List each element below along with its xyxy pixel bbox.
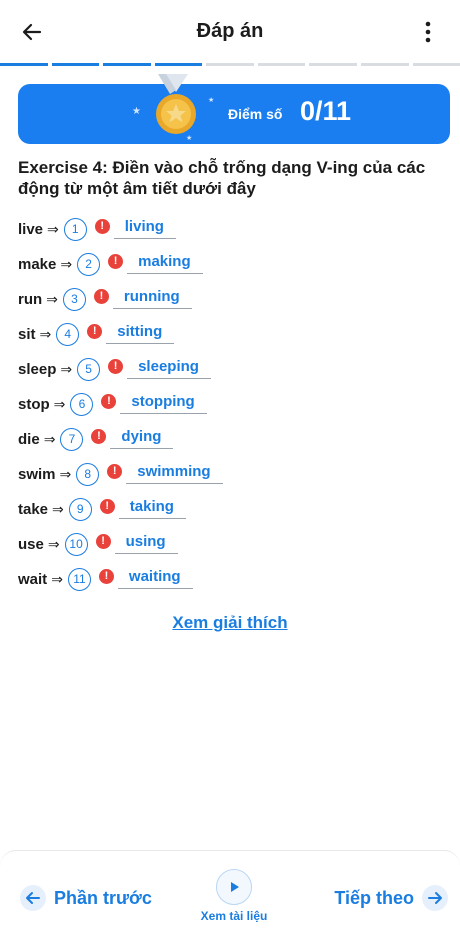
- previous-section-label: Phần trước: [54, 888, 152, 909]
- answer-field[interactable]: waiting: [118, 568, 193, 589]
- arrow-right-icon: ⇒: [47, 221, 59, 238]
- question-number: 8: [76, 463, 99, 486]
- error-icon: !: [100, 499, 115, 514]
- answer-field[interactable]: swimming: [126, 463, 222, 484]
- question-number: 5: [77, 358, 100, 381]
- arrow-right-icon: ⇒: [60, 361, 72, 378]
- play-icon: [216, 869, 252, 905]
- verb-label: sit: [18, 326, 36, 343]
- progress-segment: [361, 63, 409, 66]
- verb-label: stop: [18, 396, 50, 413]
- next-label: Tiếp theo: [334, 888, 414, 909]
- previous-section-button[interactable]: Phần trước: [20, 885, 152, 911]
- progress-bar: [0, 63, 460, 67]
- error-icon: !: [94, 289, 109, 304]
- question-number: 1: [64, 218, 87, 241]
- verb-label: run: [18, 291, 42, 308]
- progress-segment: [413, 63, 460, 66]
- bottom-nav: Phần trước Xem tài liệu Tiếp theo: [0, 850, 460, 941]
- score-label: Điểm số: [228, 106, 282, 122]
- more-vertical-icon: [425, 21, 431, 43]
- error-icon: !: [108, 359, 123, 374]
- question-number: 9: [69, 498, 92, 521]
- progress-segment: [258, 63, 306, 66]
- progress-segment: [155, 63, 203, 66]
- top-bar: Đáp án: [0, 0, 460, 64]
- error-icon: !: [101, 394, 116, 409]
- question-number: 4: [56, 323, 79, 346]
- answer-field[interactable]: dying: [110, 428, 173, 449]
- verb-label: use: [18, 536, 44, 553]
- answer-field[interactable]: running: [113, 288, 192, 309]
- verb-label: take: [18, 501, 48, 518]
- arrow-right-icon: ⇒: [44, 431, 56, 448]
- more-options-button[interactable]: [414, 18, 442, 46]
- answer-field[interactable]: taking: [119, 498, 186, 519]
- arrow-right-icon: ⇒: [48, 536, 60, 553]
- answer-field[interactable]: living: [114, 218, 176, 239]
- arrow-right-icon: ⇒: [60, 466, 72, 483]
- arrow-right-icon: ⇒: [54, 396, 66, 413]
- answer-field[interactable]: sleeping: [127, 358, 211, 379]
- arrow-right-icon: ⇒: [60, 256, 72, 273]
- arrow-right-icon: ⇒: [46, 291, 58, 308]
- arrow-left-icon: [20, 885, 46, 911]
- exercise-row: make⇒ 2! making: [18, 249, 203, 279]
- question-number: 3: [63, 288, 86, 311]
- view-document-button[interactable]: Xem tài liệu: [195, 869, 273, 923]
- arrow-right-icon: ⇒: [52, 501, 64, 518]
- question-number: 10: [65, 533, 88, 556]
- exercise-row: die⇒7! dying: [18, 424, 173, 454]
- view-explanation-link[interactable]: Xem giải thích: [0, 613, 460, 633]
- progress-segment: [103, 63, 151, 66]
- exercise-title: Exercise 4: Điền vào chỗ trống dạng V-in…: [18, 157, 448, 199]
- exercise-row: sit⇒4! sitting: [18, 319, 174, 349]
- answer-field[interactable]: sitting: [106, 323, 174, 344]
- verb-label: make: [18, 256, 56, 273]
- sparkle-icon: ★: [208, 96, 214, 104]
- error-icon: !: [108, 254, 123, 269]
- question-number: 11: [68, 568, 91, 591]
- error-icon: !: [99, 569, 114, 584]
- exercise-row: swim⇒8! swimming: [18, 459, 223, 489]
- error-icon: !: [95, 219, 110, 234]
- exercise-row: live⇒ 1! living: [18, 214, 176, 244]
- question-number: 7: [60, 428, 83, 451]
- exercise-row: run⇒ 3! running: [18, 284, 192, 314]
- progress-segment: [309, 63, 357, 66]
- arrow-right-icon: ⇒: [51, 571, 63, 588]
- exercise-row: use⇒ 10! using: [18, 529, 178, 559]
- exercise-row: take⇒ 9! taking: [18, 494, 186, 524]
- progress-segment: [0, 63, 48, 66]
- progress-segment: [206, 63, 254, 66]
- error-icon: !: [91, 429, 106, 444]
- exercise-row: sleep⇒ 5! sleeping: [18, 354, 211, 384]
- error-icon: !: [87, 324, 102, 339]
- verb-label: swim: [18, 466, 56, 483]
- exercise-row: stop⇒6! stopping: [18, 389, 207, 419]
- arrow-right-icon: [422, 885, 448, 911]
- next-button[interactable]: Tiếp theo: [334, 885, 448, 911]
- progress-segment: [52, 63, 100, 66]
- sparkle-icon: ★: [132, 106, 141, 117]
- error-icon: !: [107, 464, 122, 479]
- error-icon: !: [96, 534, 111, 549]
- view-document-label: Xem tài liệu: [195, 909, 273, 923]
- answer-field[interactable]: stopping: [120, 393, 206, 414]
- score-value: 0/11: [300, 96, 351, 127]
- medal-icon: [148, 74, 204, 140]
- answer-field[interactable]: using: [115, 533, 178, 554]
- verb-label: wait: [18, 571, 47, 588]
- question-number: 2: [77, 253, 100, 276]
- question-number: 6: [70, 393, 93, 416]
- score-banner: ★ ★ ★ Điểm số 0/11: [18, 84, 450, 144]
- answer-field[interactable]: making: [127, 253, 203, 274]
- verb-label: die: [18, 431, 40, 448]
- verb-label: live: [18, 221, 43, 238]
- exercise-row: wait⇒ 11! waiting: [18, 564, 193, 594]
- page-title: Đáp án: [0, 20, 460, 43]
- arrow-right-icon: ⇒: [40, 326, 52, 343]
- verb-label: sleep: [18, 361, 56, 378]
